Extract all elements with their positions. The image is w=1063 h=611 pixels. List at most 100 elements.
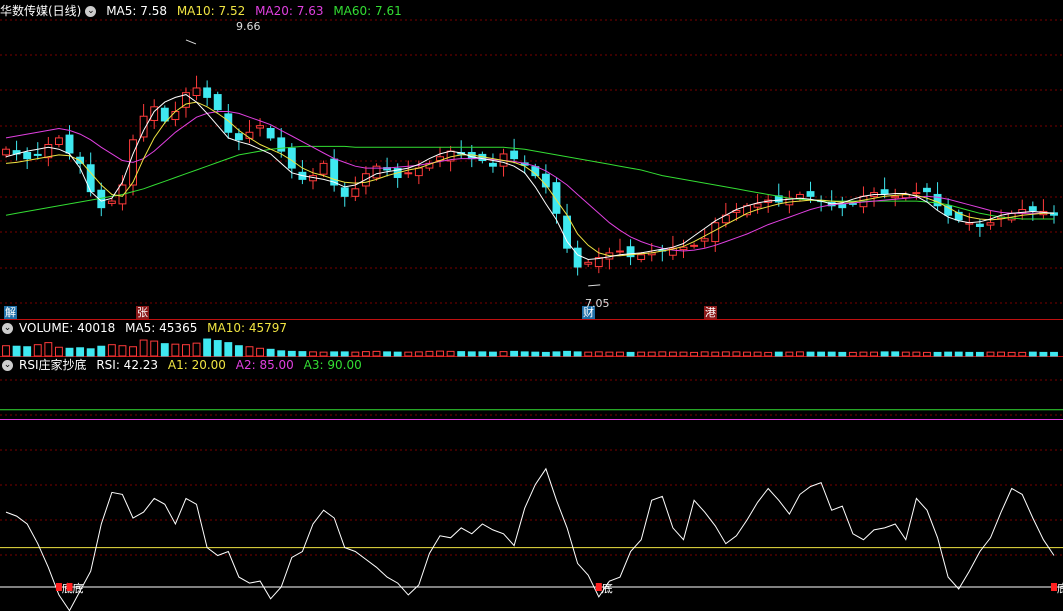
volume-bar: [573, 351, 582, 357]
volume-bar: [541, 351, 550, 357]
volume-bar: [256, 347, 265, 357]
volume-bar: [361, 351, 370, 357]
volume-bar: [245, 346, 254, 357]
candle: [404, 172, 413, 175]
rsi-line: [5, 467, 1055, 611]
candle: [160, 107, 169, 122]
volume-bar: [806, 351, 815, 357]
volume-bar: [594, 351, 603, 357]
candle: [213, 94, 222, 111]
volume-bar: [309, 351, 317, 357]
candle: [33, 153, 42, 156]
event-marker-unlock[interactable]: 解: [4, 306, 17, 319]
bottom-signal-label: 底: [602, 581, 613, 595]
volume-bar: [224, 342, 233, 357]
volume-bar: [76, 347, 85, 357]
volume-bar: [54, 346, 63, 357]
low-price-annotation: 7.05: [585, 297, 610, 310]
volume-bar: [774, 351, 783, 357]
volume-bar: [457, 351, 466, 357]
candle: [912, 192, 921, 195]
candle: [287, 147, 296, 169]
candle: [795, 193, 804, 199]
candle: [351, 188, 360, 197]
volume-bar: [330, 351, 339, 357]
volume-bar: [213, 340, 222, 357]
volume-bar: [848, 351, 857, 357]
volume-bar: [2, 345, 10, 357]
chart-canvas[interactable]: 底底底底: [0, 0, 1063, 611]
candle: [880, 189, 889, 195]
candle: [552, 182, 561, 214]
ma20-line: [5, 111, 1054, 252]
candle: [933, 193, 942, 207]
candle: [86, 164, 95, 193]
volume-bar: [563, 350, 571, 357]
low-marker-line: [588, 284, 601, 287]
volume-bar: [351, 351, 360, 357]
volume-bar: [870, 351, 878, 357]
volume-bar: [700, 351, 709, 357]
volume-bar: [1039, 351, 1048, 357]
volume-bar: [150, 340, 159, 357]
volume-bar: [192, 342, 201, 357]
candle: [65, 134, 74, 154]
volume-bar: [923, 351, 931, 357]
volume-bar: [975, 351, 984, 357]
volume-bar: [626, 351, 635, 357]
volume-bar: [679, 351, 688, 357]
candle: [414, 167, 423, 177]
candle: [489, 162, 497, 167]
volume-bar: [838, 351, 847, 357]
volume-bar: [129, 346, 137, 357]
volume-bar: [298, 351, 307, 357]
candle: [584, 261, 593, 265]
candle: [975, 223, 984, 227]
candle: [234, 133, 243, 141]
candle: [923, 187, 931, 193]
volume-bar: [446, 350, 455, 357]
event-marker-hk[interactable]: 港: [704, 306, 717, 319]
candle: [806, 191, 815, 197]
volume-bar: [171, 343, 180, 357]
bottom-signal-label: 底: [1057, 581, 1063, 595]
volume-bar: [118, 345, 127, 357]
volume-bar: [44, 342, 53, 357]
event-marker-rise[interactable]: 张: [136, 306, 149, 319]
ma60-line: [5, 145, 1054, 220]
volume-bar: [234, 345, 243, 357]
volume-bar: [425, 350, 434, 357]
candle: [690, 244, 699, 247]
volume-bar: [690, 351, 699, 357]
volume-bar: [880, 351, 889, 357]
candle: [277, 137, 286, 152]
candle: [107, 200, 116, 204]
volume-bar: [383, 351, 392, 357]
candle: [986, 222, 995, 226]
volume-bar: [12, 345, 21, 357]
volume-bar: [499, 351, 508, 357]
volume-bar: [436, 350, 444, 357]
volume-bar: [478, 351, 487, 357]
volume-bar: [287, 350, 296, 357]
volume-bar: [901, 351, 910, 357]
volume-bar: [160, 343, 169, 357]
candle: [54, 137, 63, 146]
volume-bar: [1007, 351, 1016, 357]
volume-bar: [372, 350, 381, 357]
volume-bar: [721, 351, 730, 357]
volume-bar: [647, 351, 656, 357]
volume-bar: [1018, 351, 1027, 357]
volume-bar: [965, 351, 974, 357]
volume-bar: [912, 351, 921, 357]
volume-bar: [637, 351, 646, 357]
volume-bar: [1050, 351, 1058, 357]
candle: [700, 238, 709, 242]
candle: [1028, 206, 1037, 211]
volume-bar: [986, 351, 995, 357]
bottom-signal-label: 底: [73, 581, 84, 595]
candle: [573, 247, 582, 268]
volume-bar: [764, 351, 773, 357]
candle: [637, 254, 646, 260]
high-price-annotation: 9.66: [236, 20, 261, 33]
